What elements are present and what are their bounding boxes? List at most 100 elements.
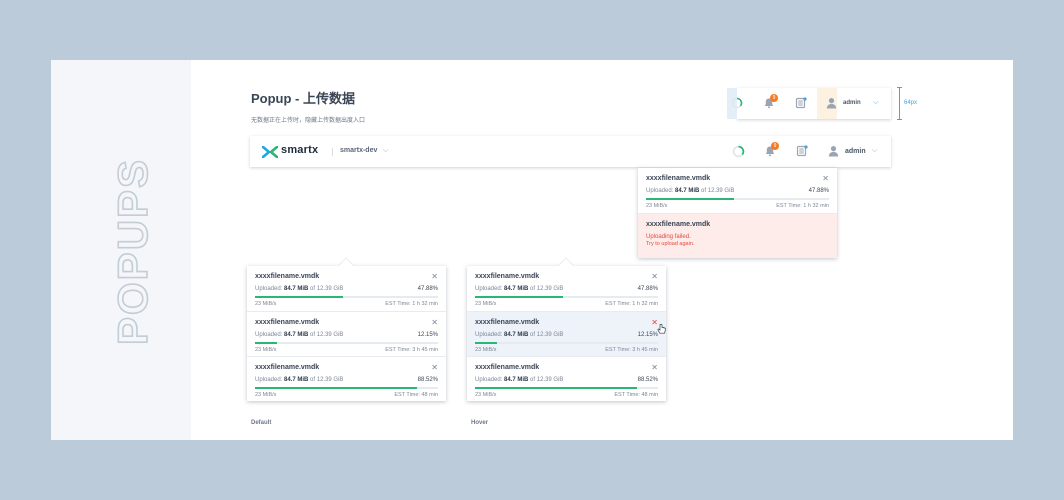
user-avatar-icon[interactable] [828,145,839,157]
upload-failed-message: Uploading failed. [646,234,691,240]
progress-bar-fill [475,342,498,344]
progress-bar [475,296,658,298]
dimension-line [899,87,900,120]
progress-bar [475,342,658,344]
close-icon[interactable]: ✕ [651,272,658,281]
cluster-chevron-down-icon[interactable]: ⌵ [383,147,388,155]
uploaded-info: Uploaded: 84.7 MiB of 12.39 GiB [255,332,344,338]
uploaded-info: Uploaded: 84.7 MiB of 12.39 GiB [646,188,735,194]
progress-bar [255,342,438,344]
chevron-down-icon[interactable]: ⌵ [872,147,877,155]
user-name[interactable]: admin [845,148,866,155]
brand-name: smartx [281,144,319,156]
progress-bar [475,387,658,389]
upload-popup-hover: xxxxfilename.vmdk ✕ Uploaded: 84.7 MiB o… [467,258,666,401]
progress-bar-fill [475,296,563,298]
side-label: POPUPS [108,157,157,345]
uploaded-info: Uploaded: 84.7 MiB of 12.39 GiB [475,286,564,292]
progress-bar-fill [255,342,278,344]
upload-percent: 88.52% [417,377,438,383]
progress-bar-fill [255,296,343,298]
file-name: xxxxfilename.vmdk [475,273,540,280]
upload-speed: 23 MiB/s [255,347,277,353]
dimension-tick-top [897,87,902,88]
estimated-time: EST Time: 3 h 45 min [605,347,658,353]
progress-bar-fill [475,387,637,389]
dimension-label: 64px [904,100,918,106]
close-icon[interactable]: ✕ [651,363,658,372]
upload-percent: 47.88% [417,286,438,292]
task-list-icon[interactable] [795,97,807,109]
upload-speed: 23 MiB/s [255,392,277,398]
progress-bar-fill [646,198,734,200]
upload-item: xxxxfilename.vmdk ✕ Uploaded: 84.7 MiB o… [467,266,666,311]
upload-item: xxxxfilename.vmdk ✕ Uploaded: 84.7 MiB o… [247,266,446,311]
upload-progress-icon[interactable] [731,97,743,109]
upload-item: xxxxfilename.vmdk ✕ Uploaded: 84.7 MiB o… [638,168,837,213]
estimated-time: EST Time: 1 h 32 min [385,301,438,307]
dimension-tick-bottom [897,119,902,120]
progress-bar [255,387,438,389]
uploaded-info: Uploaded: 84.7 MiB of 12.39 GiB [475,332,564,338]
chevron-down-icon[interactable]: ⌵ [873,99,878,107]
header-compact: 9 admin ⌵ [727,88,891,119]
upload-progress-icon[interactable] [732,145,745,158]
brand-logo[interactable]: smartx [262,144,326,160]
upload-speed: 23 MiB/s [475,392,497,398]
caption-hover: Hover [471,420,489,426]
close-icon[interactable]: ✕ [822,174,829,183]
user-name-compact[interactable]: admin [843,100,861,106]
upload-percent: 88.52% [637,377,658,383]
page-subtitle: 无数据正在上传时，隐藏上传数据出度入口 [251,118,366,124]
upload-item: xxxxfilename.vmdk ✕ Uploaded: 84.7 MiB o… [247,311,446,356]
upload-item: xxxxfilename.vmdk ✕ Uploaded: 84.7 MiB o… [247,356,446,401]
estimated-time: EST Time: 48 min [394,392,438,398]
hand-cursor-icon [657,324,666,334]
estimated-time: EST Time: 1 h 32 min [776,203,829,209]
progress-bar [646,198,829,200]
uploaded-info: Uploaded: 84.7 MiB of 12.39 GiB [255,377,344,383]
user-avatar-icon[interactable] [826,97,837,109]
smartx-logo-icon [262,146,278,158]
estimated-time: EST Time: 1 h 32 min [605,301,658,307]
caption-default: Default [251,420,272,426]
task-list-icon[interactable] [796,145,808,157]
upload-speed: 23 MiB/s [646,203,668,209]
side-panel: POPUPS [51,60,191,440]
upload-percent: 47.88% [808,188,829,194]
upload-speed: 23 MiB/s [255,301,277,307]
estimated-time: EST Time: 48 min [614,392,658,398]
notification-badge: 9 [771,142,779,150]
file-name: xxxxfilename.vmdk [646,221,711,228]
close-icon[interactable]: ✕ [431,318,438,327]
estimated-time: EST Time: 3 h 45 min [385,347,438,353]
file-name: xxxxfilename.vmdk [475,364,540,371]
close-icon[interactable]: ✕ [431,272,438,281]
upload-percent: 12.15% [637,332,658,338]
progress-bar [255,296,438,298]
side-label-text: POPUPS [109,158,156,345]
upload-percent: 12.15% [417,332,438,338]
close-icon[interactable]: ✕ [431,363,438,372]
upload-speed: 23 MiB/s [475,347,497,353]
uploaded-info: Uploaded: 84.7 MiB of 12.39 GiB [475,377,564,383]
header-upload-popup: xxxxfilename.vmdk ✕ Uploaded: 84.7 MiB o… [638,168,837,258]
upload-percent: 47.88% [637,286,658,292]
upload-item-failed: xxxxfilename.vmdk Uploading failed. Try … [638,213,837,258]
upload-popup-default: xxxxfilename.vmdk ✕ Uploaded: 84.7 MiB o… [247,258,446,401]
header-separator [332,148,333,156]
upload-speed: 23 MiB/s [475,301,497,307]
uploaded-info: Uploaded: 84.7 MiB of 12.39 GiB [255,286,344,292]
file-name: xxxxfilename.vmdk [255,273,320,280]
notification-badge: 9 [770,94,778,102]
upload-item-hovered: xxxxfilename.vmdk ✕ Uploaded: 84.7 MiB o… [467,311,666,356]
progress-bar-fill [255,387,417,389]
upload-item: xxxxfilename.vmdk ✕ Uploaded: 84.7 MiB o… [467,356,666,401]
cluster-selector[interactable]: smartx-dev [340,147,377,154]
header-bar: smartx smartx-dev ⌵ 9 admin ⌵ [250,136,891,167]
retry-hint[interactable]: Try to upload again. [646,241,694,247]
file-name: xxxxfilename.vmdk [646,175,711,182]
file-name: xxxxfilename.vmdk [255,319,320,326]
file-name: xxxxfilename.vmdk [255,364,320,371]
file-name: xxxxfilename.vmdk [475,319,540,326]
